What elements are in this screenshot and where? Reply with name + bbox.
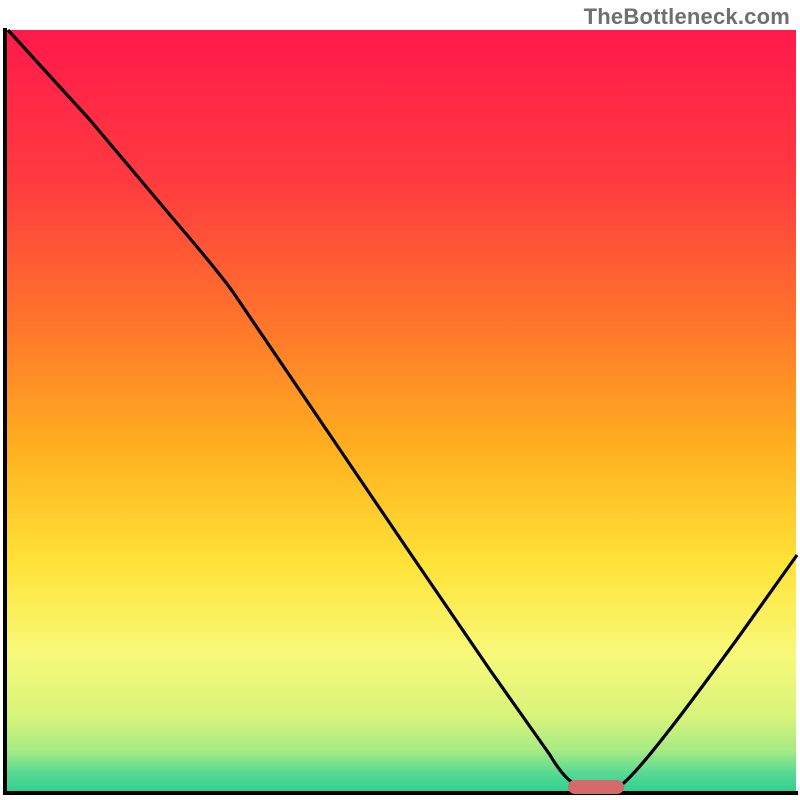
chart-background [6, 30, 796, 792]
watermark-text: TheBottleneck.com [584, 4, 790, 30]
bottleneck-chart [0, 0, 800, 800]
min-marker [568, 780, 624, 794]
chart-stage: TheBottleneck.com [0, 0, 800, 800]
